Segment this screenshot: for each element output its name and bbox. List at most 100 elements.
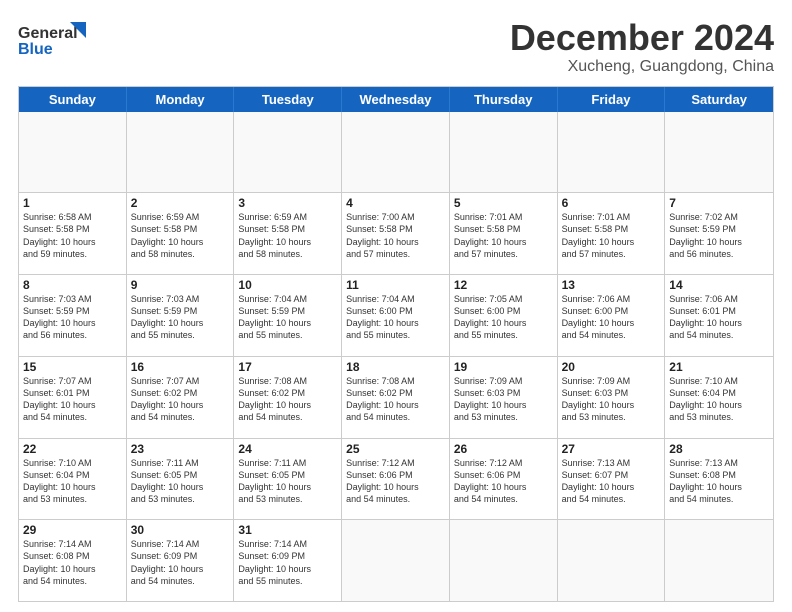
cell-text: Sunrise: 7:04 AM Sunset: 5:59 PM Dayligh…	[238, 293, 337, 342]
calendar-cell: 21Sunrise: 7:10 AM Sunset: 6:04 PM Dayli…	[665, 357, 773, 438]
cell-text: Sunrise: 7:01 AM Sunset: 5:58 PM Dayligh…	[562, 211, 661, 260]
day-number: 6	[562, 196, 661, 210]
cell-text: Sunrise: 7:09 AM Sunset: 6:03 PM Dayligh…	[454, 375, 553, 424]
calendar-row	[19, 112, 773, 194]
cell-text: Sunrise: 7:14 AM Sunset: 6:09 PM Dayligh…	[131, 538, 230, 587]
cell-text: Sunrise: 6:59 AM Sunset: 5:58 PM Dayligh…	[131, 211, 230, 260]
day-number: 26	[454, 442, 553, 456]
calendar-cell	[127, 112, 235, 193]
cell-text: Sunrise: 7:08 AM Sunset: 6:02 PM Dayligh…	[238, 375, 337, 424]
header: General Blue December 2024 Xucheng, Guan…	[18, 18, 774, 76]
cell-text: Sunrise: 7:13 AM Sunset: 6:08 PM Dayligh…	[669, 457, 769, 506]
calendar-cell: 22Sunrise: 7:10 AM Sunset: 6:04 PM Dayli…	[19, 439, 127, 520]
calendar-cell	[665, 520, 773, 601]
calendar-cell: 18Sunrise: 7:08 AM Sunset: 6:02 PM Dayli…	[342, 357, 450, 438]
calendar-cell	[19, 112, 127, 193]
day-number: 2	[131, 196, 230, 210]
calendar-cell	[558, 112, 666, 193]
calendar-cell: 20Sunrise: 7:09 AM Sunset: 6:03 PM Dayli…	[558, 357, 666, 438]
cell-text: Sunrise: 7:13 AM Sunset: 6:07 PM Dayligh…	[562, 457, 661, 506]
svg-text:Blue: Blue	[18, 41, 53, 58]
cell-text: Sunrise: 7:11 AM Sunset: 6:05 PM Dayligh…	[238, 457, 337, 506]
day-number: 14	[669, 278, 769, 292]
calendar-cell	[342, 112, 450, 193]
day-number: 22	[23, 442, 122, 456]
day-number: 28	[669, 442, 769, 456]
calendar-cell: 8Sunrise: 7:03 AM Sunset: 5:59 PM Daylig…	[19, 275, 127, 356]
cell-text: Sunrise: 7:01 AM Sunset: 5:58 PM Dayligh…	[454, 211, 553, 260]
cell-text: Sunrise: 7:06 AM Sunset: 6:00 PM Dayligh…	[562, 293, 661, 342]
day-number: 11	[346, 278, 445, 292]
calendar-cell: 23Sunrise: 7:11 AM Sunset: 6:05 PM Dayli…	[127, 439, 235, 520]
cell-text: Sunrise: 7:09 AM Sunset: 6:03 PM Dayligh…	[562, 375, 661, 424]
calendar-cell: 5Sunrise: 7:01 AM Sunset: 5:58 PM Daylig…	[450, 193, 558, 274]
cell-text: Sunrise: 7:14 AM Sunset: 6:08 PM Dayligh…	[23, 538, 122, 587]
day-number: 1	[23, 196, 122, 210]
cell-text: Sunrise: 7:10 AM Sunset: 6:04 PM Dayligh…	[669, 375, 769, 424]
header-tuesday: Tuesday	[234, 87, 342, 112]
calendar-cell: 9Sunrise: 7:03 AM Sunset: 5:59 PM Daylig…	[127, 275, 235, 356]
cell-text: Sunrise: 7:06 AM Sunset: 6:01 PM Dayligh…	[669, 293, 769, 342]
cell-text: Sunrise: 7:03 AM Sunset: 5:59 PM Dayligh…	[23, 293, 122, 342]
day-number: 21	[669, 360, 769, 374]
logo-svg: General Blue	[18, 18, 108, 62]
calendar-cell: 4Sunrise: 7:00 AM Sunset: 5:58 PM Daylig…	[342, 193, 450, 274]
cell-text: Sunrise: 6:58 AM Sunset: 5:58 PM Dayligh…	[23, 211, 122, 260]
header-sunday: Sunday	[19, 87, 127, 112]
main-title: December 2024	[510, 18, 774, 58]
calendar-cell: 14Sunrise: 7:06 AM Sunset: 6:01 PM Dayli…	[665, 275, 773, 356]
calendar-cell: 2Sunrise: 6:59 AM Sunset: 5:58 PM Daylig…	[127, 193, 235, 274]
cell-text: Sunrise: 7:03 AM Sunset: 5:59 PM Dayligh…	[131, 293, 230, 342]
day-number: 9	[131, 278, 230, 292]
calendar-header: Sunday Monday Tuesday Wednesday Thursday…	[19, 87, 773, 112]
cell-text: Sunrise: 7:07 AM Sunset: 6:01 PM Dayligh…	[23, 375, 122, 424]
cell-text: Sunrise: 7:05 AM Sunset: 6:00 PM Dayligh…	[454, 293, 553, 342]
day-number: 12	[454, 278, 553, 292]
cell-text: Sunrise: 7:04 AM Sunset: 6:00 PM Dayligh…	[346, 293, 445, 342]
svg-text:General: General	[18, 25, 78, 42]
calendar-row: 29Sunrise: 7:14 AM Sunset: 6:08 PM Dayli…	[19, 520, 773, 601]
calendar: Sunday Monday Tuesday Wednesday Thursday…	[18, 86, 774, 602]
day-number: 18	[346, 360, 445, 374]
calendar-cell	[450, 520, 558, 601]
cell-text: Sunrise: 7:12 AM Sunset: 6:06 PM Dayligh…	[346, 457, 445, 506]
day-number: 31	[238, 523, 337, 537]
day-number: 23	[131, 442, 230, 456]
day-number: 7	[669, 196, 769, 210]
cell-text: Sunrise: 7:10 AM Sunset: 6:04 PM Dayligh…	[23, 457, 122, 506]
calendar-cell: 7Sunrise: 7:02 AM Sunset: 5:59 PM Daylig…	[665, 193, 773, 274]
subtitle: Xucheng, Guangdong, China	[510, 58, 774, 76]
cell-text: Sunrise: 7:14 AM Sunset: 6:09 PM Dayligh…	[238, 538, 337, 587]
cell-text: Sunrise: 7:02 AM Sunset: 5:59 PM Dayligh…	[669, 211, 769, 260]
header-saturday: Saturday	[665, 87, 773, 112]
cell-text: Sunrise: 7:08 AM Sunset: 6:02 PM Dayligh…	[346, 375, 445, 424]
calendar-cell	[450, 112, 558, 193]
calendar-row: 8Sunrise: 7:03 AM Sunset: 5:59 PM Daylig…	[19, 275, 773, 357]
day-number: 8	[23, 278, 122, 292]
header-monday: Monday	[127, 87, 235, 112]
header-wednesday: Wednesday	[342, 87, 450, 112]
day-number: 3	[238, 196, 337, 210]
title-block: December 2024 Xucheng, Guangdong, China	[510, 18, 774, 76]
cell-text: Sunrise: 7:11 AM Sunset: 6:05 PM Dayligh…	[131, 457, 230, 506]
calendar-cell	[234, 112, 342, 193]
calendar-cell: 24Sunrise: 7:11 AM Sunset: 6:05 PM Dayli…	[234, 439, 342, 520]
calendar-cell: 26Sunrise: 7:12 AM Sunset: 6:06 PM Dayli…	[450, 439, 558, 520]
calendar-cell: 28Sunrise: 7:13 AM Sunset: 6:08 PM Dayli…	[665, 439, 773, 520]
logo: General Blue	[18, 18, 108, 62]
day-number: 15	[23, 360, 122, 374]
day-number: 20	[562, 360, 661, 374]
calendar-cell	[665, 112, 773, 193]
calendar-cell: 31Sunrise: 7:14 AM Sunset: 6:09 PM Dayli…	[234, 520, 342, 601]
calendar-cell: 16Sunrise: 7:07 AM Sunset: 6:02 PM Dayli…	[127, 357, 235, 438]
calendar-cell: 15Sunrise: 7:07 AM Sunset: 6:01 PM Dayli…	[19, 357, 127, 438]
day-number: 29	[23, 523, 122, 537]
calendar-cell	[558, 520, 666, 601]
day-number: 16	[131, 360, 230, 374]
calendar-cell: 30Sunrise: 7:14 AM Sunset: 6:09 PM Dayli…	[127, 520, 235, 601]
calendar-cell: 13Sunrise: 7:06 AM Sunset: 6:00 PM Dayli…	[558, 275, 666, 356]
calendar-cell: 3Sunrise: 6:59 AM Sunset: 5:58 PM Daylig…	[234, 193, 342, 274]
calendar-cell: 12Sunrise: 7:05 AM Sunset: 6:00 PM Dayli…	[450, 275, 558, 356]
day-number: 30	[131, 523, 230, 537]
header-friday: Friday	[558, 87, 666, 112]
